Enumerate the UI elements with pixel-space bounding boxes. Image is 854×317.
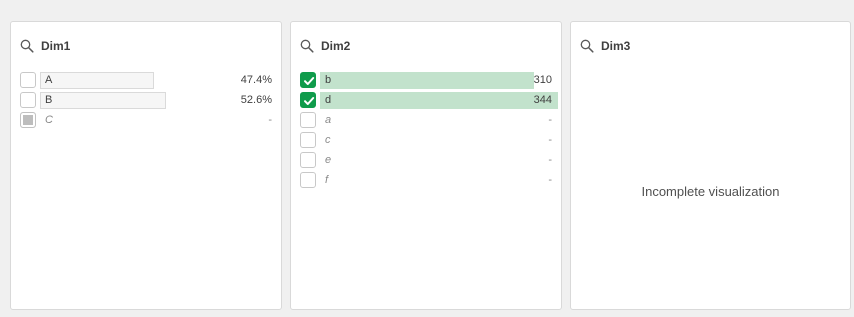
- panel-header: Dim2: [300, 38, 350, 54]
- panel-header: Dim1: [20, 38, 70, 54]
- item-value: 47.4%: [240, 74, 272, 86]
- item-label: d: [325, 94, 332, 106]
- checkbox[interactable]: [300, 72, 316, 88]
- value-list: A 47.4% B 52.6% C -: [11, 70, 281, 130]
- item-value: -: [268, 114, 272, 126]
- value-bar: [40, 72, 154, 89]
- value-bar: [320, 72, 534, 89]
- item-label: C: [45, 114, 53, 126]
- value-list: b 310 d 344 a - c - e - f -: [291, 70, 561, 190]
- item-label: b: [325, 74, 332, 86]
- list-item[interactable]: a-: [291, 110, 561, 130]
- filter-pane-dim1: Dim1 A 47.4% B 52.6% C -: [10, 21, 282, 310]
- item-value: -: [548, 134, 552, 146]
- item-value: 52.6%: [240, 94, 272, 106]
- checkbox[interactable]: [300, 132, 316, 148]
- list-item[interactable]: C-: [11, 110, 281, 130]
- item-label: f: [325, 174, 329, 186]
- item-value: -: [548, 154, 552, 166]
- list-item[interactable]: B 52.6%: [11, 90, 281, 110]
- list-item[interactable]: c-: [291, 130, 561, 150]
- filter-pane-dim3: Dim3 Incomplete visualization: [570, 21, 851, 310]
- list-item[interactable]: A 47.4%: [11, 70, 281, 90]
- item-label: B: [45, 94, 53, 106]
- value-bar: [40, 92, 166, 109]
- checkbox[interactable]: [20, 72, 36, 88]
- checkmark-icon: [304, 97, 315, 105]
- checkbox[interactable]: [300, 172, 316, 188]
- checkmark-icon: [304, 77, 315, 85]
- checkbox[interactable]: [300, 112, 316, 128]
- item-value: -: [548, 174, 552, 186]
- checkbox[interactable]: [300, 152, 316, 168]
- item-value: -: [548, 114, 552, 126]
- item-value: 310: [533, 74, 552, 86]
- item-label: a: [325, 114, 332, 126]
- checkbox[interactable]: [300, 92, 316, 108]
- list-item[interactable]: e-: [291, 150, 561, 170]
- filter-pane-dim2: Dim2 b 310 d 344 a - c - e - f -: [290, 21, 562, 310]
- search-icon[interactable]: [20, 39, 34, 53]
- value-bar: [320, 92, 558, 109]
- search-icon[interactable]: [580, 39, 594, 53]
- panel-header: Dim3: [580, 38, 630, 54]
- panel-title: Dim2: [321, 39, 351, 53]
- incomplete-visualization-message: Incomplete visualization: [641, 184, 780, 199]
- item-label: c: [325, 134, 331, 146]
- checkbox[interactable]: [20, 92, 36, 108]
- panel-title: Dim3: [601, 39, 631, 53]
- item-label: A: [45, 74, 53, 86]
- panel-title: Dim1: [41, 39, 71, 53]
- list-item[interactable]: f-: [291, 170, 561, 190]
- list-item[interactable]: b 310: [291, 70, 561, 90]
- list-item[interactable]: d 344: [291, 90, 561, 110]
- item-label: e: [325, 154, 332, 166]
- item-value: 344: [533, 94, 552, 106]
- search-icon[interactable]: [300, 39, 314, 53]
- checkbox[interactable]: [20, 112, 36, 128]
